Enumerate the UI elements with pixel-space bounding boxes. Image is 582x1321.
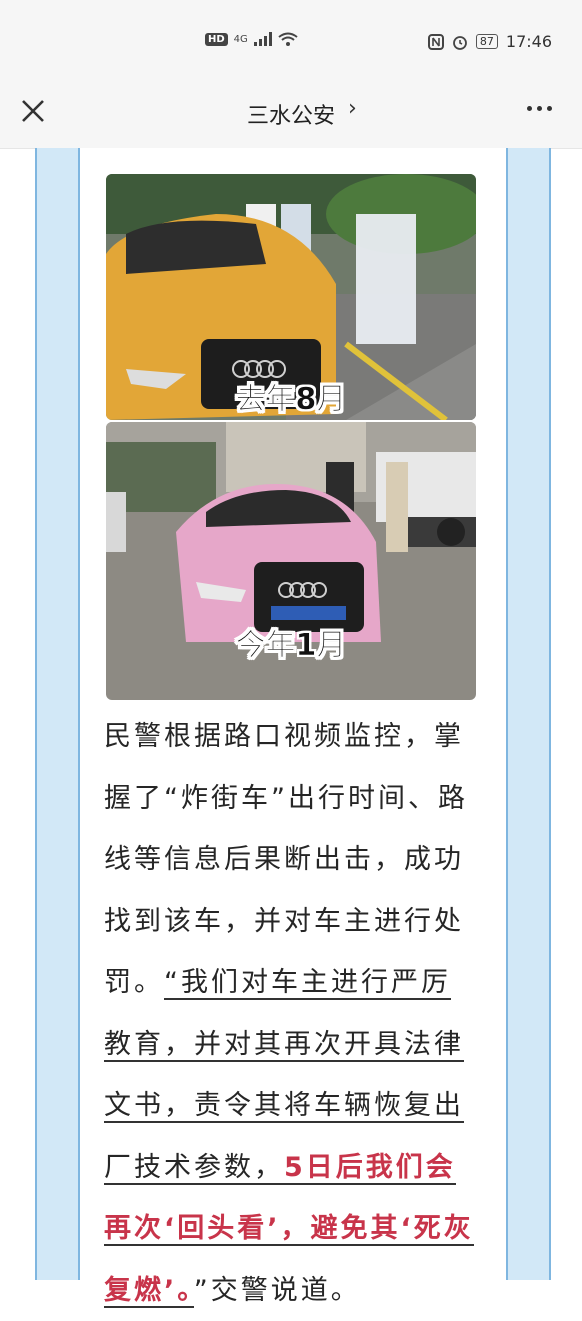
paragraph-lead: 民警根据路口视频监控，掌握了“炸街车”出行时间、路线等信息后果断出击，成功找到该…: [104, 721, 468, 998]
photo-before-label: 去年8月: [235, 382, 347, 418]
more-options-icon[interactable]: [527, 106, 552, 111]
quote-close: ”: [193, 1274, 211, 1306]
article-paragraph: 民警根据路口视频监控，掌握了“炸街车”出行时间、路线等信息后果断出击，成功找到该…: [104, 706, 480, 1321]
photo-after[interactable]: 今年1月: [106, 422, 476, 700]
paragraph-tail: 交警说道。: [210, 1274, 361, 1306]
account-name[interactable]: 三水公安: [247, 104, 335, 129]
account-title[interactable]: 三水公安: [0, 98, 582, 130]
system-indicators: 87 17:46: [427, 32, 552, 51]
signal-bars-icon: [253, 32, 272, 46]
quote-open: “我们对车主进行严厉教育，并对其再次开具法律文书，责令其将车辆恢复出厂技术参数，: [104, 967, 464, 1183]
chevron-right-icon[interactable]: ›: [348, 96, 357, 121]
signal-label: 4G: [233, 33, 248, 45]
alarm-icon: [452, 35, 467, 50]
network-indicators: HD 4G: [205, 32, 298, 46]
nfc-icon: [427, 33, 444, 50]
battery-level: 87: [475, 34, 498, 49]
frame-stripe-left: [64, 148, 78, 1280]
quote-text: “我们对车主进行严厉教育，并对其再次开具法律文书，责令其将车辆恢复出厂技术参数，…: [104, 967, 474, 1308]
hd-badge: HD: [205, 32, 228, 46]
article-text: 民警根据路口视频监控，掌握了“炸街车”出行时间、路线等信息后果断出击，成功找到该…: [104, 706, 480, 1321]
nav-bar: 三水公安 ›: [0, 88, 582, 149]
wifi-icon: [278, 32, 298, 46]
photo-before[interactable]: 去年8月: [106, 174, 476, 420]
photo-after-label: 今年1月: [235, 628, 347, 664]
status-bar: HD 4G 87 17:46: [0, 0, 582, 88]
clock: 17:46: [505, 32, 552, 51]
